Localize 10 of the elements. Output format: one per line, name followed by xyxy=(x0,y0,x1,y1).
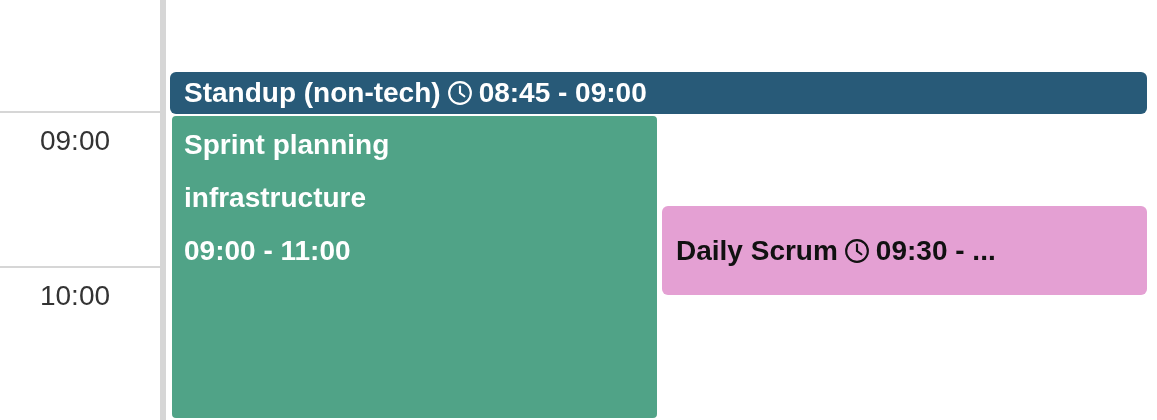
event-card[interactable]: Standup (non-tech) 08:45 - 09:00 xyxy=(170,72,1147,114)
time-label: 10:00 xyxy=(39,278,111,313)
event-title: Sprint planning infrastructure xyxy=(184,128,391,215)
event-card[interactable]: Daily Scrum 09:30 - ... xyxy=(662,206,1147,295)
event-title: Standup (non-tech) xyxy=(184,77,441,109)
event-time: 08:45 - 09:00 xyxy=(478,77,647,109)
event-time: 09:30 - ... xyxy=(875,234,996,267)
time-label: 09:00 xyxy=(39,124,111,158)
event-title: Daily Scrum xyxy=(676,234,838,267)
event-time: 09:00 - 11:00 xyxy=(184,234,351,268)
